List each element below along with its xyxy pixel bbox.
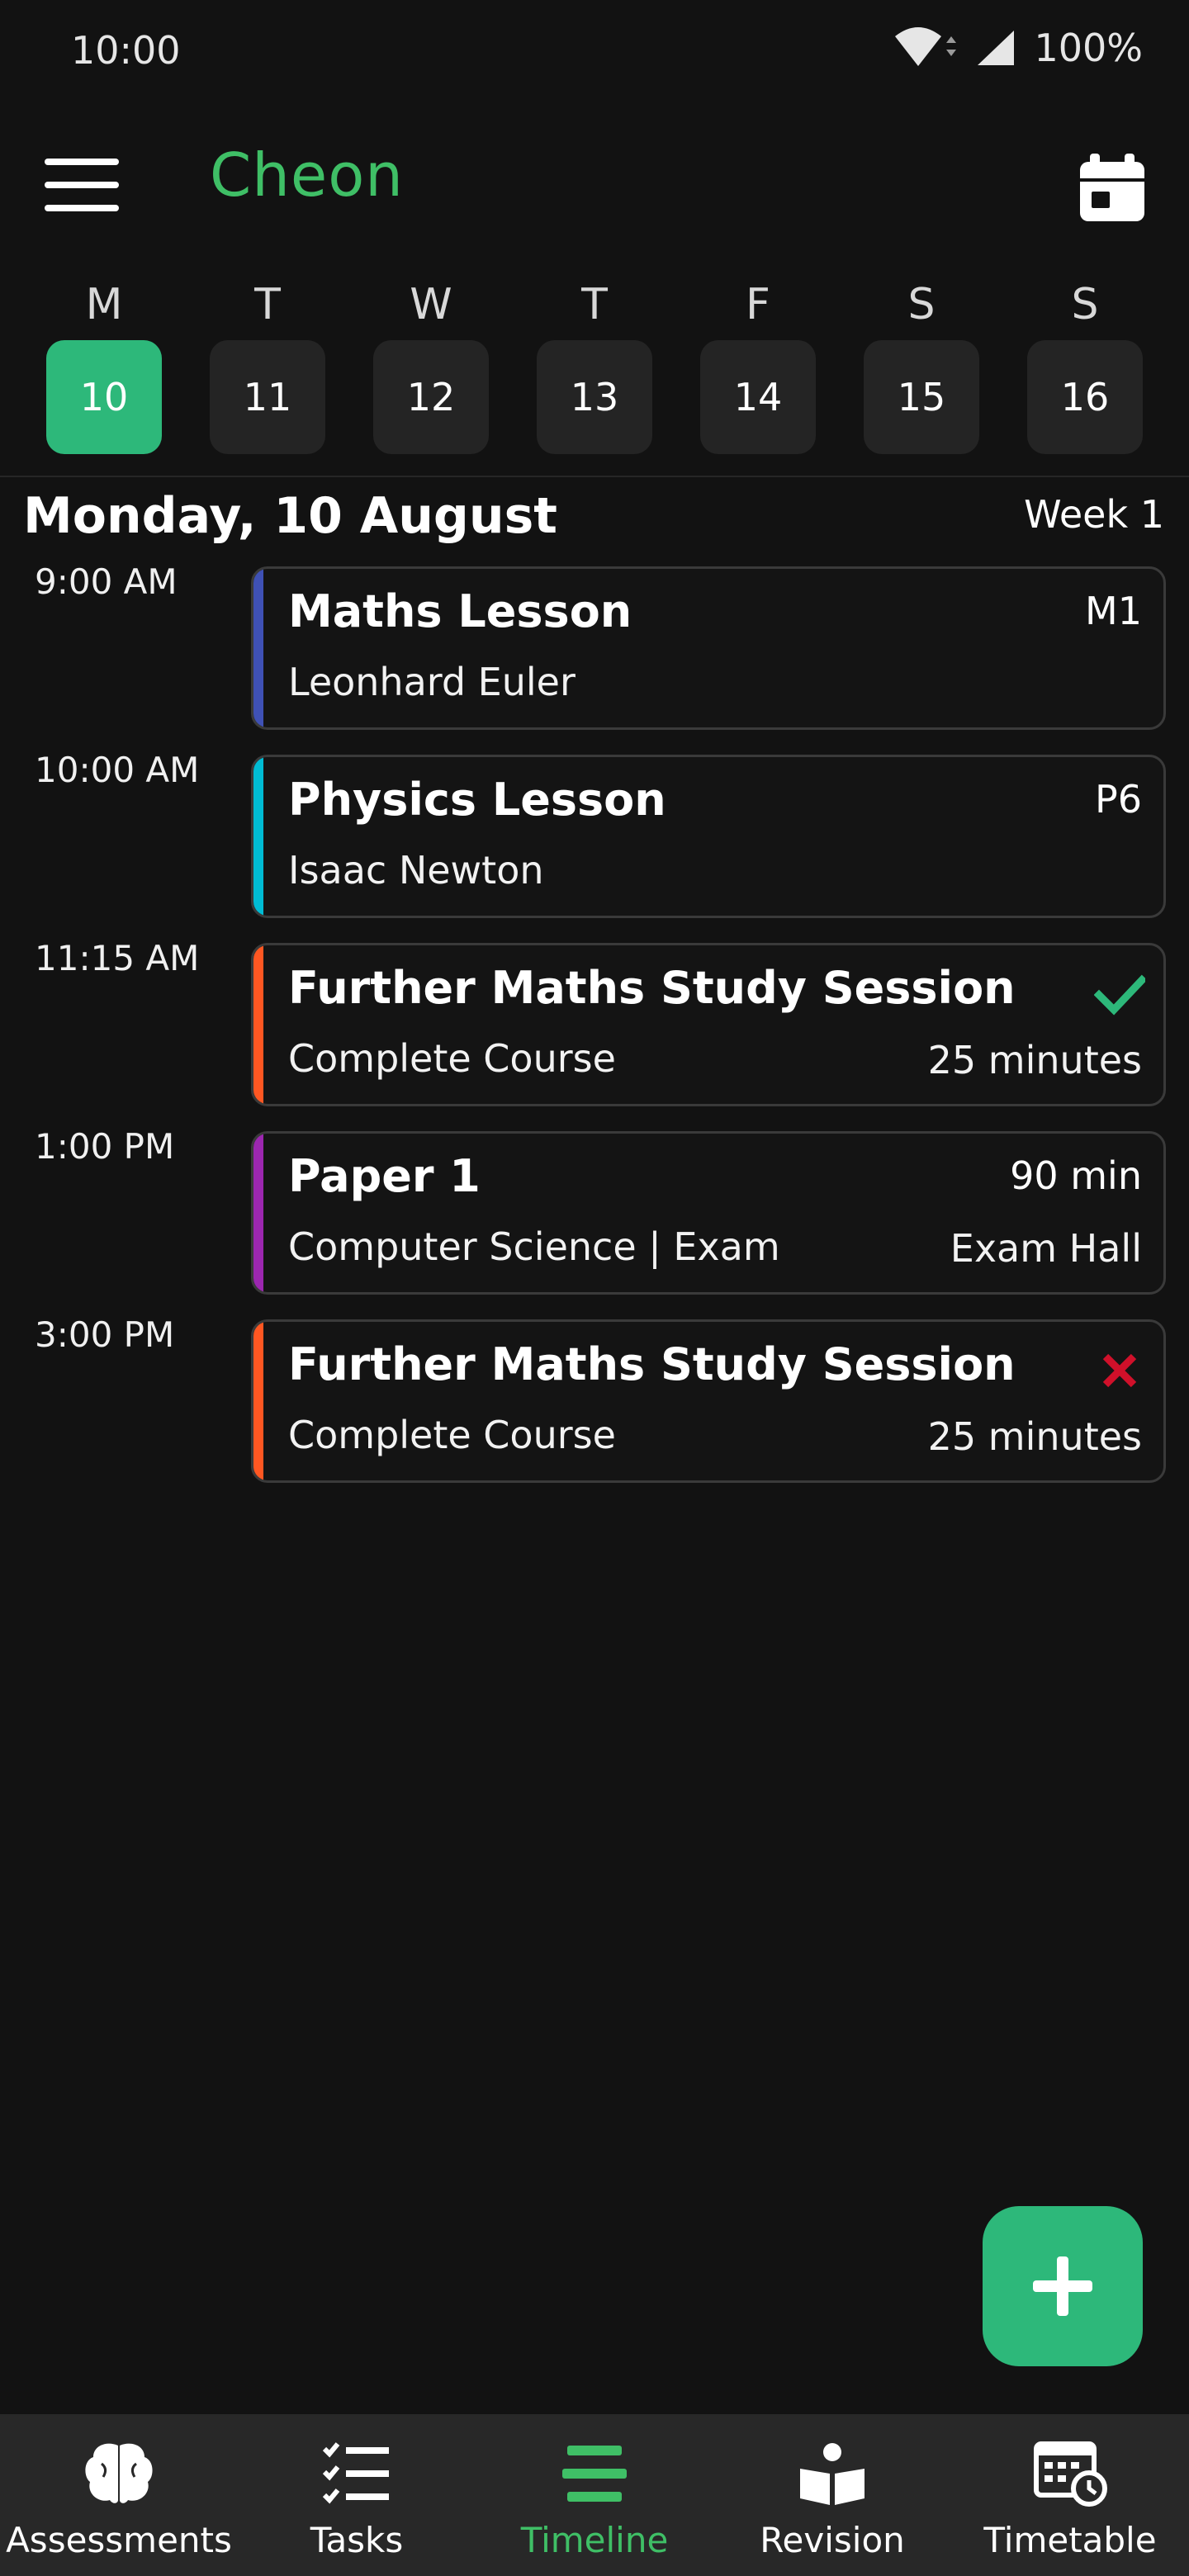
- day-chip-13[interactable]: 13: [537, 340, 652, 454]
- day-chip-16[interactable]: 16: [1027, 340, 1143, 454]
- nav-timeline[interactable]: Timeline: [476, 2414, 713, 2576]
- event-accent: [253, 945, 263, 1104]
- day-letter: F: [746, 280, 770, 329]
- event-accent: [253, 757, 263, 916]
- event-duration: 90 min: [1010, 1153, 1142, 1198]
- plus-icon: [1033, 2256, 1092, 2316]
- battery-level: 100%: [1034, 26, 1143, 70]
- nav-label: Revision: [760, 2520, 905, 2560]
- nav-label: Timetable: [983, 2520, 1157, 2560]
- event-card-further-maths-session[interactable]: Further Maths Study Session Complete Cou…: [251, 943, 1166, 1106]
- event-duration: 25 minutes: [927, 1414, 1142, 1459]
- timetable-icon: [1029, 2432, 1111, 2515]
- event-card-paper-1[interactable]: Paper 1 Computer Science | Exam 90 min E…: [251, 1131, 1166, 1295]
- event-room: P6: [1094, 777, 1142, 822]
- day-thursday: T 13: [537, 276, 652, 454]
- day-sunday: S 16: [1027, 276, 1143, 454]
- nav-label: Tasks: [310, 2520, 404, 2560]
- event-accent: [253, 1134, 263, 1292]
- day-letter: T: [581, 280, 608, 329]
- day-chip-10[interactable]: 10: [46, 340, 162, 454]
- event-location: Exam Hall: [950, 1226, 1142, 1271]
- event-room: M1: [1085, 589, 1142, 633]
- day-wednesday: W 12: [373, 276, 489, 454]
- day-chip-15[interactable]: 15: [864, 340, 979, 454]
- date-heading: Monday, 10 August: [23, 487, 557, 545]
- event-time: 10:00 AM: [35, 750, 200, 790]
- event-subtitle: Complete Course: [288, 1036, 616, 1081]
- day-friday: F 14: [700, 276, 816, 454]
- status-icons: 100%: [893, 25, 1143, 71]
- nav-timetable[interactable]: Timetable: [951, 2414, 1189, 2576]
- divider: [0, 476, 1189, 477]
- day-letter: M: [85, 280, 123, 329]
- event-title: Further Maths Study Session: [288, 962, 1016, 1014]
- day-chip-11[interactable]: 11: [210, 340, 325, 454]
- signal-icon: [978, 31, 1015, 65]
- reading-icon: [791, 2432, 874, 2515]
- event-title: Further Maths Study Session: [288, 1338, 1016, 1390]
- day-tuesday: T 11: [210, 276, 325, 454]
- event-title: Maths Lesson: [288, 585, 632, 637]
- event-card-further-maths-session[interactable]: Further Maths Study Session Complete Cou…: [251, 1319, 1166, 1483]
- event-subtitle: Computer Science | Exam: [288, 1224, 780, 1269]
- status-time: 10:00: [71, 28, 181, 73]
- event-title: Physics Lesson: [288, 774, 666, 826]
- event-title: Paper 1: [288, 1150, 481, 1202]
- day-letter: W: [410, 280, 452, 329]
- menu-icon[interactable]: [41, 157, 121, 215]
- day-letter: S: [1071, 280, 1099, 329]
- bottom-nav: Assessments Tasks Timeline Revision Time…: [0, 2414, 1189, 2576]
- wifi-icon: [895, 27, 957, 66]
- event-accent: [253, 569, 263, 727]
- status-bar: 10:00 100%: [0, 0, 1189, 102]
- calendar-icon[interactable]: [1075, 150, 1149, 225]
- nav-revision[interactable]: Revision: [713, 2414, 951, 2576]
- day-saturday: S 15: [864, 276, 979, 454]
- nav-tasks[interactable]: Tasks: [238, 2414, 476, 2576]
- event-subtitle: Complete Course: [288, 1413, 616, 1457]
- checklist-icon: [315, 2432, 398, 2515]
- event-time: 1:00 PM: [35, 1126, 175, 1167]
- event-time: 3:00 PM: [35, 1314, 175, 1355]
- add-event-button[interactable]: [983, 2206, 1143, 2366]
- app-title: Cheon: [210, 140, 404, 210]
- cross-icon: [1102, 1353, 1137, 1388]
- event-time: 11:15 AM: [35, 938, 200, 978]
- event-time: 9:00 AM: [35, 561, 178, 602]
- day-monday: M 10: [46, 276, 162, 454]
- event-subtitle: Leonhard Euler: [288, 660, 576, 704]
- event-card-physics-lesson[interactable]: Physics Lesson Isaac Newton P6: [251, 755, 1166, 918]
- week-label: Week 1: [1024, 492, 1164, 537]
- brain-icon: [78, 2432, 160, 2515]
- nav-label: Timeline: [520, 2520, 669, 2560]
- event-duration: 25 minutes: [927, 1038, 1142, 1082]
- nav-label: Assessments: [6, 2520, 232, 2560]
- day-letter: S: [907, 280, 936, 329]
- timeline-icon: [553, 2432, 636, 2515]
- event-card-maths-lesson[interactable]: Maths Lesson Leonhard Euler M1: [251, 566, 1166, 730]
- screen: 10:00 100% Cheon M 10 T 11 W 12 T 13 F 1…: [0, 0, 1189, 2576]
- day-chip-12[interactable]: 12: [373, 340, 489, 454]
- check-icon: [1094, 974, 1145, 1016]
- nav-assessments[interactable]: Assessments: [0, 2414, 238, 2576]
- week-strip: M 10 T 11 W 12 T 13 F 14 S 15 S 16: [0, 276, 1189, 457]
- day-letter: T: [254, 280, 281, 329]
- event-subtitle: Isaac Newton: [288, 848, 544, 893]
- event-accent: [253, 1322, 263, 1480]
- day-chip-14[interactable]: 14: [700, 340, 816, 454]
